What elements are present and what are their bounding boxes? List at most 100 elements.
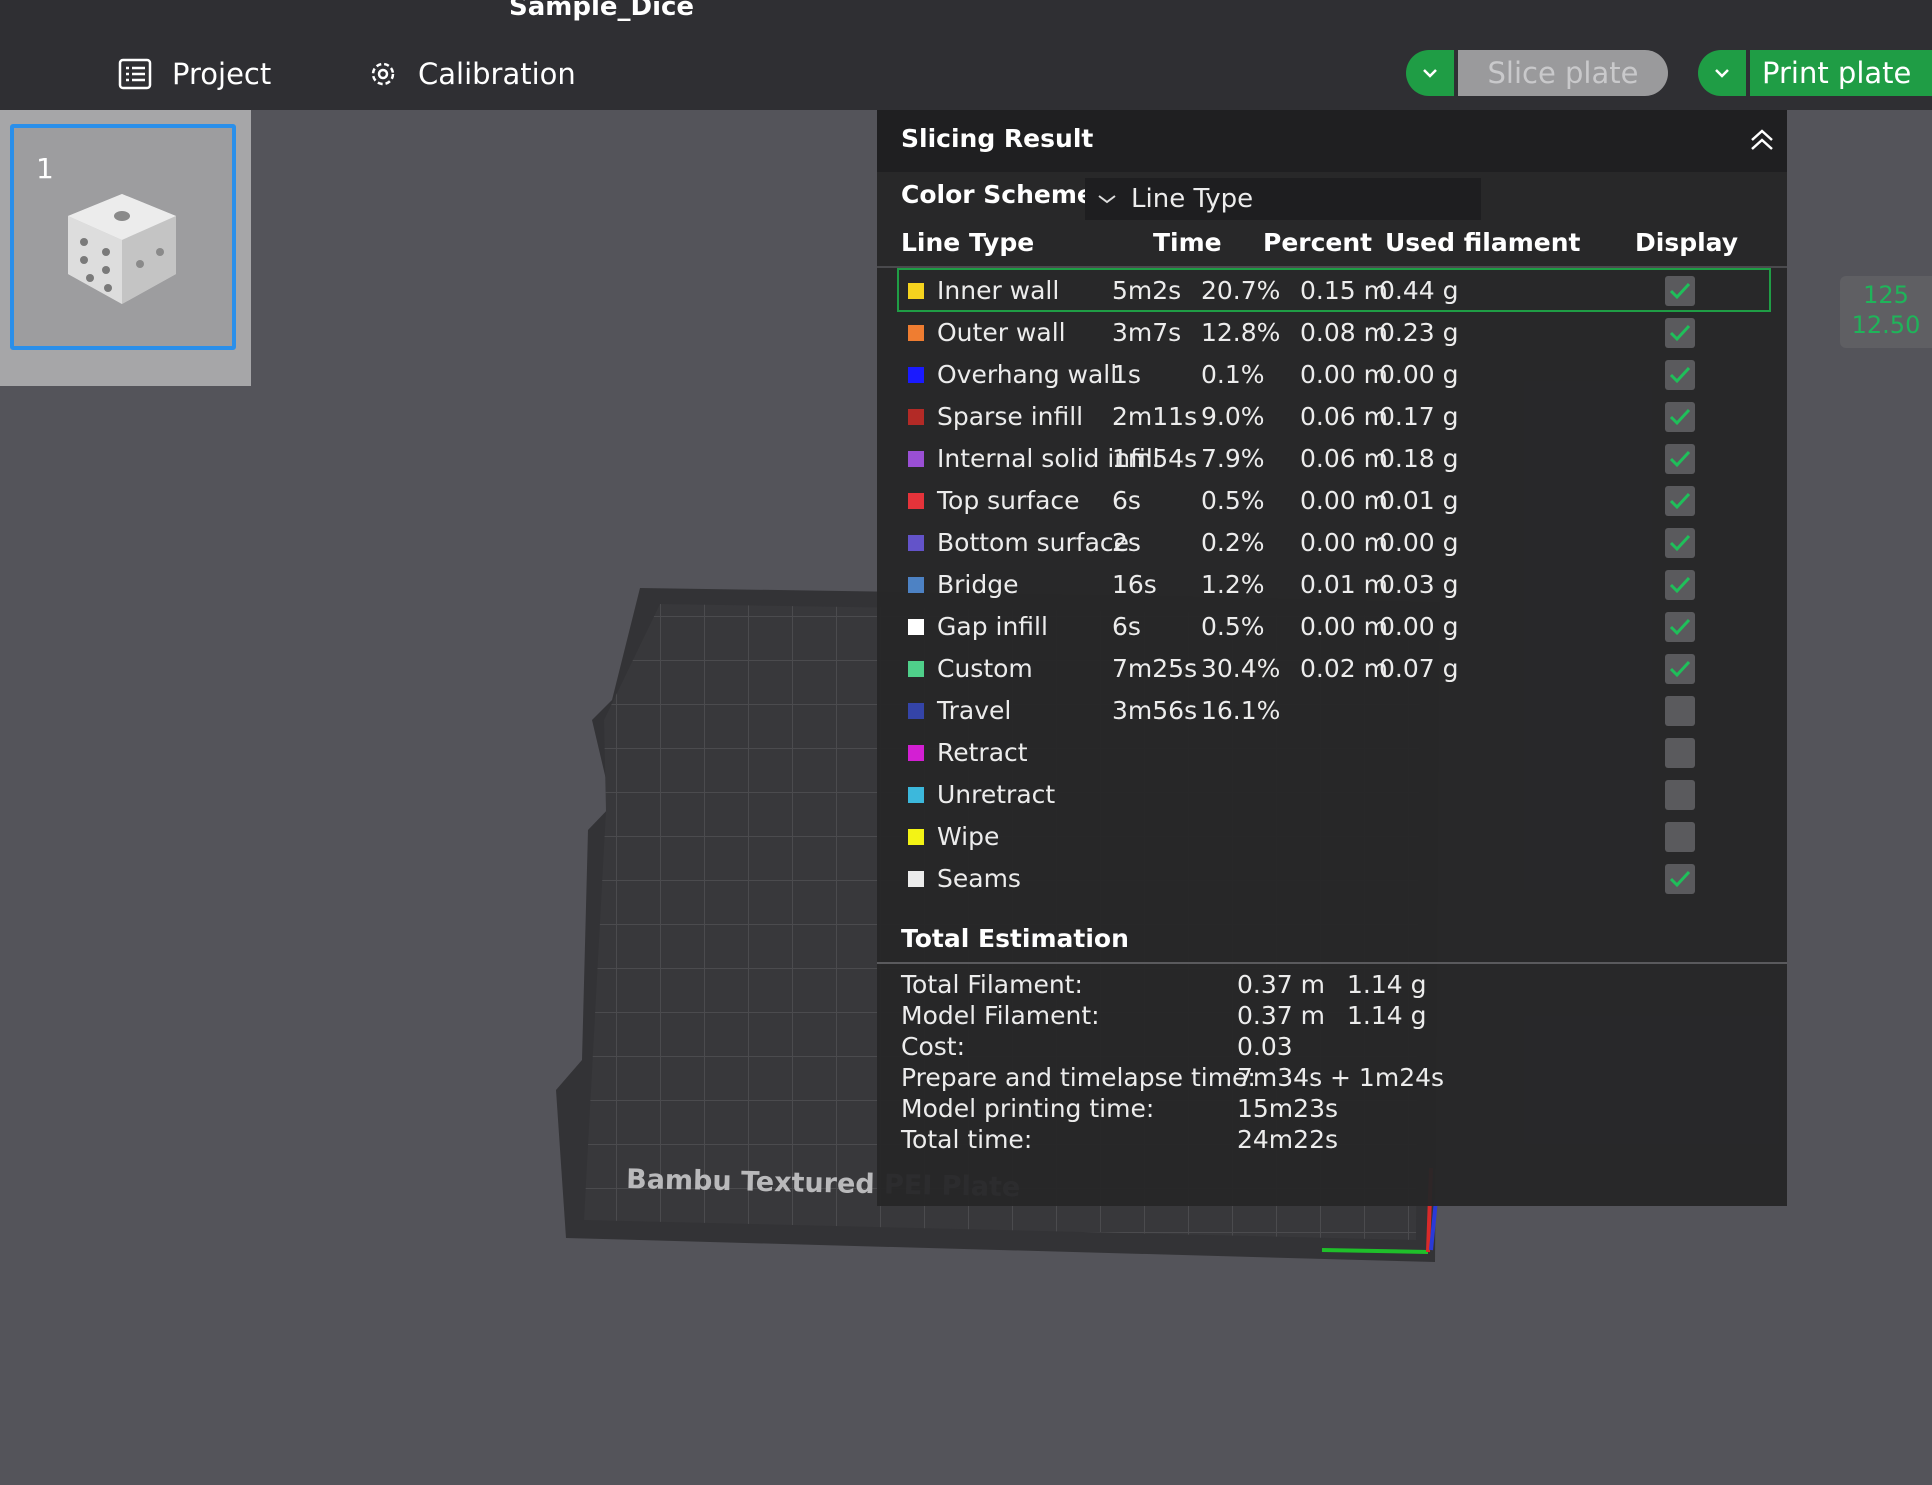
estimation-value: 0.03 — [1237, 1032, 1293, 1061]
line-type-length: 0.08 m — [1300, 318, 1388, 347]
line-type-name: Sparse infill — [937, 402, 1084, 431]
checkmark-icon — [1669, 450, 1691, 468]
line-type-time: 1s — [1112, 360, 1141, 389]
display-checkbox[interactable] — [1665, 654, 1695, 684]
line-type-percent: 0.1% — [1201, 360, 1265, 389]
table-row[interactable]: Custom 7m25s 30.4% 0.02 m 0.07 g — [899, 648, 1769, 688]
print-button-group: Print plate — [1698, 50, 1932, 96]
line-type-percent: 20.7% — [1201, 276, 1281, 305]
checkmark-icon — [1669, 618, 1691, 636]
display-checkbox[interactable] — [1665, 444, 1695, 474]
table-row[interactable]: Wipe — [899, 816, 1769, 856]
checkmark-icon — [1669, 408, 1691, 426]
line-type-name: Bottom surface — [937, 528, 1130, 557]
line-type-time: 6s — [1112, 486, 1141, 515]
line-type-percent: 9.0% — [1201, 402, 1265, 431]
line-type-time: 6s — [1112, 612, 1141, 641]
total-estimation-title: Total Estimation — [901, 924, 1129, 953]
table-row[interactable]: Bridge 16s 1.2% 0.01 m 0.03 g — [899, 564, 1769, 604]
line-type-percent: 0.5% — [1201, 612, 1265, 641]
slicing-result-panel: Slicing Result Color Scheme Line Type Li… — [877, 110, 1787, 1206]
checkmark-icon — [1669, 492, 1691, 510]
panel-header: Slicing Result — [877, 110, 1787, 172]
line-type-length: 0.15 m — [1300, 276, 1388, 305]
table-row[interactable]: Bottom surface 2s 0.2% 0.00 m 0.00 g — [899, 522, 1769, 562]
line-type-name: Inner wall — [937, 276, 1060, 305]
slice-plate-button[interactable]: Slice plate — [1458, 50, 1668, 96]
line-type-color-swatch — [908, 661, 924, 677]
display-checkbox[interactable] — [1665, 486, 1695, 516]
line-type-percent: 7.9% — [1201, 444, 1265, 473]
tab-project-label: Project — [172, 57, 272, 91]
estimation-label: Model printing time: — [901, 1094, 1155, 1123]
table-row[interactable]: Travel 3m56s 16.1% — [899, 690, 1769, 730]
display-checkbox[interactable] — [1665, 738, 1695, 768]
checkmark-icon — [1669, 870, 1691, 888]
line-type-weight: 0.01 g — [1379, 486, 1459, 515]
line-type-color-swatch — [908, 577, 924, 593]
list-icon — [118, 58, 152, 90]
line-type-length: 0.01 m — [1300, 570, 1388, 599]
display-checkbox[interactable] — [1665, 780, 1695, 810]
tab-project[interactable]: Project — [118, 52, 271, 96]
table-row[interactable]: Unretract — [899, 774, 1769, 814]
checkmark-icon — [1669, 534, 1691, 552]
collapse-chevron-up-icon[interactable] — [1747, 128, 1777, 154]
line-type-name: Unretract — [937, 780, 1056, 809]
layer-height-readout: 125 12.50 — [1840, 276, 1932, 348]
table-row[interactable]: Seams — [899, 858, 1769, 898]
display-checkbox[interactable] — [1665, 822, 1695, 852]
display-checkbox[interactable] — [1665, 864, 1695, 894]
plate-thumbnail[interactable]: 1 — [10, 124, 236, 350]
print-plate-button[interactable]: Print plate — [1750, 50, 1932, 96]
line-type-name: Custom — [937, 654, 1033, 683]
line-type-color-swatch — [908, 703, 924, 719]
display-checkbox[interactable] — [1665, 360, 1695, 390]
plate-list: 1 — [0, 110, 251, 386]
color-scheme-label: Color Scheme — [901, 180, 1094, 209]
column-header-line-type: Line Type — [901, 228, 1035, 257]
line-type-color-swatch — [908, 283, 924, 299]
line-type-color-swatch — [908, 745, 924, 761]
display-checkbox[interactable] — [1665, 696, 1695, 726]
table-row[interactable]: Internal solid infill 1m54s 7.9% 0.06 m 0.18… — [899, 438, 1769, 478]
display-checkbox[interactable] — [1665, 276, 1695, 306]
display-checkbox[interactable] — [1665, 570, 1695, 600]
display-checkbox[interactable] — [1665, 318, 1695, 348]
estimation-label: Total Filament: — [901, 970, 1083, 999]
line-type-weight: 0.18 g — [1379, 444, 1459, 473]
calibration-gear-icon — [371, 62, 395, 86]
line-type-color-swatch — [908, 829, 924, 845]
line-type-name: Wipe — [937, 822, 1000, 851]
line-type-weight: 0.00 g — [1379, 528, 1459, 557]
table-row[interactable]: Top surface 6s 0.5% 0.00 m 0.01 g — [899, 480, 1769, 520]
layer-top-value: 125 — [1863, 281, 1909, 309]
line-type-time: 16s — [1112, 570, 1157, 599]
column-header-time: Time — [1153, 228, 1222, 257]
column-header-percent: Percent — [1263, 228, 1373, 257]
table-row[interactable]: Gap infill 6s 0.5% 0.00 m 0.00 g — [899, 606, 1769, 646]
estimation-value: 0.37 m — [1237, 1001, 1325, 1030]
table-row[interactable]: Sparse infill 2m11s 9.0% 0.06 m 0.17 g — [899, 396, 1769, 436]
line-type-name: Top surface — [937, 486, 1080, 515]
table-row[interactable]: Inner wall 5m2s 20.7% 0.15 m 0.44 g — [897, 268, 1771, 312]
display-checkbox[interactable] — [1665, 402, 1695, 432]
line-type-length: 0.00 m — [1300, 486, 1388, 515]
line-type-color-swatch — [908, 325, 924, 341]
line-type-percent: 30.4% — [1201, 654, 1281, 683]
display-checkbox[interactable] — [1665, 612, 1695, 642]
estimation-row: Total time: 24m22s — [901, 1125, 1781, 1161]
slice-button-group: Slice plate — [1406, 50, 1668, 96]
display-checkbox[interactable] — [1665, 528, 1695, 558]
line-type-time: 7m25s — [1112, 654, 1198, 683]
print-dropdown-button[interactable] — [1698, 50, 1746, 96]
table-row[interactable]: Overhang wall 1s 0.1% 0.00 m 0.00 g — [899, 354, 1769, 394]
table-row[interactable]: Retract — [899, 732, 1769, 772]
dice-model-icon — [68, 194, 176, 304]
line-type-length: 0.02 m — [1300, 654, 1388, 683]
color-scheme-select[interactable]: Line Type — [1085, 178, 1481, 220]
app-title: Sample_Dice — [509, 0, 695, 22]
slice-dropdown-button[interactable] — [1406, 50, 1454, 96]
table-row[interactable]: Outer wall 3m7s 12.8% 0.08 m 0.23 g — [899, 312, 1769, 352]
tab-calibration[interactable]: Calibration — [368, 52, 576, 96]
